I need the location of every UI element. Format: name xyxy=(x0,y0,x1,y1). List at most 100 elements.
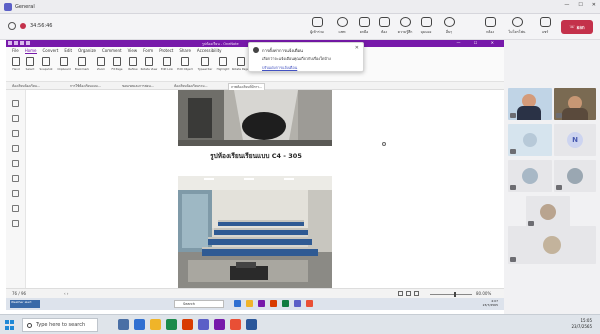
ribbon-rotate-view[interactable]: Rotate View xyxy=(141,57,157,79)
layers-icon[interactable] xyxy=(12,130,19,137)
onenote-icon[interactable] xyxy=(214,319,225,330)
section-tab-2[interactable]: การใช้ห้องเรียนแบบ... xyxy=(68,83,103,90)
menu-view[interactable]: View xyxy=(128,48,138,53)
section-tab-5[interactable]: ภาพห้องเรียนที่มีการ... xyxy=(228,83,266,90)
meeting-timer: 34:56:46 xyxy=(8,22,52,30)
ribbon-select[interactable]: Select xyxy=(23,57,37,79)
ribbon-zoom[interactable]: Zoom xyxy=(94,57,108,79)
camera-button[interactable]: กล้อง xyxy=(478,17,502,38)
undo-icon[interactable] xyxy=(20,41,24,45)
teams-icon[interactable] xyxy=(198,319,209,330)
ribbon-hand[interactable]: Hand xyxy=(9,57,23,79)
ribbon-bookmark[interactable]: Bookmark xyxy=(75,57,89,79)
task-view-icon[interactable] xyxy=(118,319,129,330)
edge-icon[interactable] xyxy=(134,319,145,330)
shared-search-box[interactable]: Search xyxy=(174,300,224,308)
menu-edit[interactable]: Edit xyxy=(64,48,72,53)
participant-tile-3[interactable] xyxy=(508,124,552,156)
page-canvas[interactable]: รูปห้องเรียนเรียนแบบ C4 - 305 xyxy=(26,90,504,288)
zoom-slider[interactable] xyxy=(430,294,472,295)
participant-video-1[interactable] xyxy=(508,88,552,120)
mic-button[interactable]: ไมโครโฟน xyxy=(505,17,529,38)
menu-accessibility[interactable]: Accessibility xyxy=(197,48,222,53)
minimize-button[interactable]: — xyxy=(564,2,569,8)
participant-video-2[interactable] xyxy=(554,88,596,120)
lock-icon[interactable] xyxy=(12,175,19,182)
menu-form[interactable]: Form xyxy=(143,48,153,53)
notification-link[interactable]: ปรับแต่งการแจ้งเตือน xyxy=(262,65,297,71)
participant-tile-5[interactable] xyxy=(508,160,552,192)
shared-edge-icon[interactable] xyxy=(234,300,241,307)
shared-teams-icon[interactable] xyxy=(294,300,301,307)
word-icon[interactable] xyxy=(246,319,257,330)
more-button[interactable]: อื่นๆ xyxy=(437,17,461,38)
ribbon-fit-page[interactable]: Fit Page xyxy=(110,57,124,79)
notification-close-icon[interactable]: ✕ xyxy=(355,45,359,51)
ribbon-clipboard[interactable]: Clipboard xyxy=(57,57,71,79)
save-icon[interactable] xyxy=(14,41,18,45)
two-page-view-icon[interactable] xyxy=(406,291,411,296)
onenote-maximize-button[interactable]: ☐ xyxy=(474,40,484,45)
ribbon-snapshot[interactable]: Snapshot xyxy=(39,57,53,79)
view-button[interactable]: มุมมอง xyxy=(414,17,438,38)
chrome-icon[interactable] xyxy=(230,319,241,330)
leave-button[interactable]: ☏ ออก xyxy=(561,20,593,34)
classroom-photo-bottom xyxy=(178,176,332,288)
zoom-slider-handle[interactable] xyxy=(454,292,456,297)
rotate-view-icon xyxy=(145,57,153,66)
menu-organize[interactable]: Organize xyxy=(78,48,96,53)
share-button[interactable]: แชร์ xyxy=(533,17,557,38)
taskbar-search[interactable]: Type here to search xyxy=(22,318,98,332)
menu-file[interactable]: File xyxy=(12,48,19,53)
scroll-view-icon[interactable] xyxy=(414,291,419,296)
onenote-close-button[interactable]: ✕ xyxy=(491,40,500,45)
shared-onenote-icon[interactable] xyxy=(258,300,265,307)
section-tab-4[interactable]: ห้องเรียนห้องเรียนรวม... xyxy=(172,83,209,90)
pen-icon[interactable] xyxy=(12,160,19,167)
menu-share[interactable]: Share xyxy=(179,48,191,53)
pages-icon[interactable] xyxy=(12,100,19,107)
redo-icon[interactable] xyxy=(26,41,30,45)
ribbon-typewriter[interactable]: Typewriter xyxy=(198,57,212,79)
store-icon[interactable] xyxy=(166,319,177,330)
chat-button[interactable]: แชท xyxy=(330,17,354,38)
page-indicator: 76 / 96 xyxy=(12,291,27,296)
shared-chrome-icon[interactable] xyxy=(306,300,313,307)
attachments-icon[interactable] xyxy=(12,190,19,197)
menu-protect[interactable]: Protect xyxy=(159,48,173,53)
page-nav-icon[interactable]: ‹ › xyxy=(64,291,68,296)
onenote-left-rail xyxy=(6,90,26,288)
menu-convert[interactable]: Convert xyxy=(43,48,59,53)
shared-powerpoint-icon[interactable] xyxy=(270,300,277,307)
ribbon-rotate-pages[interactable]: Rotate Pages xyxy=(232,57,250,79)
participant-tile-8[interactable] xyxy=(508,226,596,264)
menu-home[interactable]: Home xyxy=(24,48,37,54)
comments-icon[interactable] xyxy=(12,145,19,152)
shared-excel-icon[interactable] xyxy=(282,300,289,307)
participant-tile-7[interactable] xyxy=(526,196,570,228)
start-button[interactable] xyxy=(5,320,15,330)
close-button[interactable]: ✕ xyxy=(592,2,596,8)
participant-tile-6[interactable] xyxy=(554,160,596,192)
ribbon-reflow[interactable]: Reflow xyxy=(126,57,140,79)
section-tab-1[interactable]: ห้องเรียนห้องเรียน... xyxy=(10,83,42,90)
section-tab-3[interactable]: ขอบเขตและการสอน... xyxy=(120,83,156,90)
shared-explorer-icon[interactable] xyxy=(246,300,253,307)
onenote-minimize-button[interactable]: — xyxy=(456,40,466,45)
bookmarks-icon[interactable] xyxy=(12,115,19,122)
single-page-view-icon[interactable] xyxy=(398,291,403,296)
ribbon-edit-link[interactable]: Edit Link xyxy=(160,57,174,79)
mic-icon xyxy=(510,257,516,262)
search-pages-icon[interactable] xyxy=(12,220,19,227)
participants-button[interactable]: ผู้เข้าร่วม xyxy=(305,17,329,38)
powerpoint-icon[interactable] xyxy=(182,319,193,330)
file-explorer-icon[interactable] xyxy=(150,319,161,330)
signature-icon[interactable] xyxy=(12,205,19,212)
system-clock[interactable]: 15:05 23/7/2565 xyxy=(571,318,592,330)
participant-tile-4[interactable]: N xyxy=(554,124,596,156)
menu-comment[interactable]: Comment xyxy=(102,48,122,53)
ribbon-edit-object[interactable]: Edit Object xyxy=(177,57,193,79)
ribbon-highlight[interactable]: Highlight xyxy=(216,57,230,79)
weather-widget[interactable]: Weather alert xyxy=(10,300,40,308)
maximize-button[interactable]: ☐ xyxy=(578,2,582,8)
